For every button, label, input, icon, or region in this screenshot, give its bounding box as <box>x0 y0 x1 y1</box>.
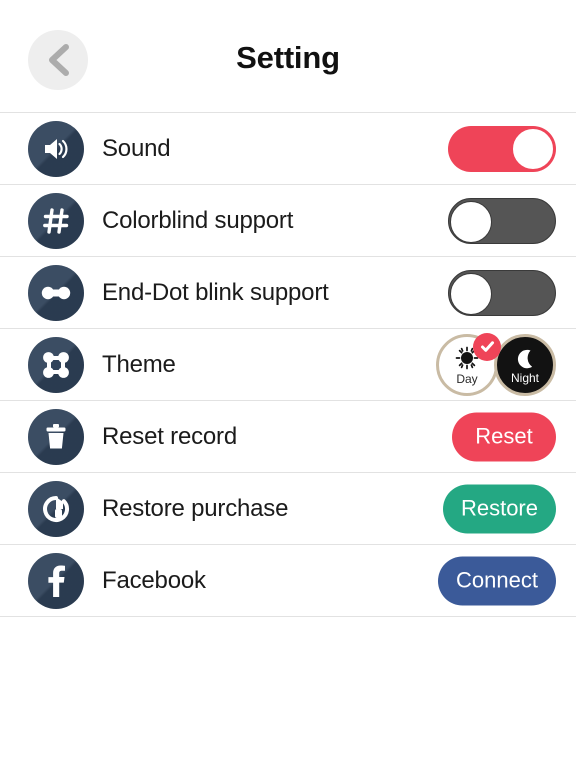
theme-option-label: Day <box>456 372 478 386</box>
toggle-knob <box>450 272 492 315</box>
settings-row-restore-purchase[interactable]: Restore purchase Restore <box>0 473 576 545</box>
toggle-knob <box>512 127 554 170</box>
settings-row-label: Reset record <box>102 422 237 450</box>
restore-button[interactable]: Restore <box>442 484 556 533</box>
trash-icon <box>28 408 84 465</box>
settings-row-label: Facebook <box>102 566 206 594</box>
settings-row-colorblind[interactable]: Colorblind support <box>0 185 576 257</box>
toggle-knob <box>450 200 492 243</box>
moon-icon <box>513 347 537 371</box>
theme-picker: Day Night <box>436 332 556 396</box>
theme-nodes-icon <box>28 336 84 393</box>
theme-option-label: Night <box>510 371 539 385</box>
speaker-sound-icon <box>28 120 84 177</box>
hash-icon <box>28 192 84 249</box>
settings-row-reset-record[interactable]: Reset record Reset <box>0 401 576 473</box>
check-icon <box>473 332 501 361</box>
settings-screen: Setting Sound Colorblind support End-Dot… <box>0 0 576 768</box>
header-bar: Setting <box>0 0 576 113</box>
restore-circle-arrow-icon <box>28 480 84 537</box>
settings-row-label: End-Dot blink support <box>102 278 329 306</box>
row-control-facebook: Connect <box>438 556 556 605</box>
row-control-reset-record: Reset <box>452 412 556 461</box>
settings-list: Sound Colorblind support End-Dot blink s… <box>0 113 576 617</box>
settings-row-theme[interactable]: Theme Day Night <box>0 329 576 401</box>
reset-button[interactable]: Reset <box>452 412 556 461</box>
row-control-sound <box>448 125 556 172</box>
connect-button[interactable]: Connect <box>438 556 556 605</box>
facebook-f-icon <box>28 552 84 609</box>
sound-toggle[interactable] <box>448 125 556 172</box>
empty-area <box>0 617 576 717</box>
theme-option-day[interactable]: Day <box>436 332 501 396</box>
row-control-colorblind <box>448 197 556 244</box>
settings-row-label: Colorblind support <box>102 206 294 234</box>
end-dot-icon <box>28 264 84 321</box>
settings-row-label: Restore purchase <box>102 494 289 522</box>
row-control-end-dot-blink <box>448 269 556 316</box>
settings-row-label: Sound <box>102 134 171 162</box>
page-title: Setting <box>236 40 340 75</box>
settings-row-facebook[interactable]: Facebook Connect <box>0 545 576 617</box>
settings-row-sound[interactable]: Sound <box>0 113 576 185</box>
theme-option-night[interactable]: Night <box>494 333 556 396</box>
row-control-restore-purchase: Restore <box>442 484 556 533</box>
colorblind-toggle[interactable] <box>448 197 556 244</box>
end-dot-blink-toggle[interactable] <box>448 269 556 316</box>
settings-row-label: Theme <box>102 350 176 378</box>
row-control-theme: Day Night <box>436 332 556 396</box>
settings-row-end-dot-blink[interactable]: End-Dot blink support <box>0 257 576 329</box>
